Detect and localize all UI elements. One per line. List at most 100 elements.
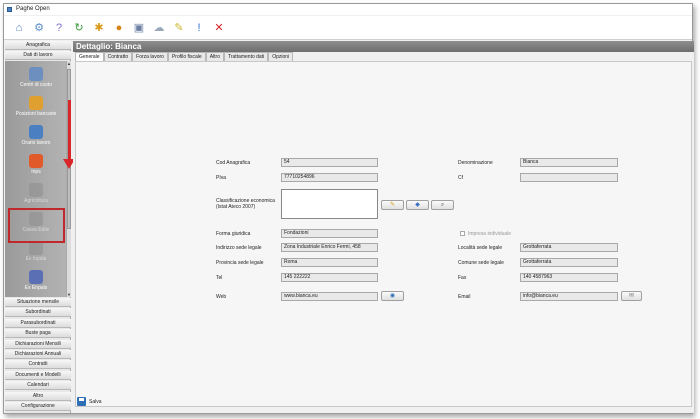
indirizzo-field[interactable]: Zona Industriale Enrico Fermi, 458	[281, 243, 378, 252]
scroll-down-arrow[interactable]: ▼	[67, 292, 71, 297]
sidebar-item-lifebuoy[interactable]: Inps	[7, 152, 65, 180]
piva-field[interactable]: 77710254896	[281, 173, 378, 182]
sidebar-header-parasubordinati[interactable]: Parasubordinati	[5, 318, 71, 328]
sidebar-header-dichiarazioni-annuali[interactable]: Dichiarazioni Annuali	[5, 350, 71, 359]
lifebuoy-icon	[29, 154, 43, 168]
settings-icon: ⚙	[34, 21, 44, 34]
cost-centers-icon	[29, 67, 43, 81]
denominazione-label: Denominazione	[458, 160, 493, 166]
sidebar-header-calendari[interactable]: Calendari	[5, 381, 71, 391]
classificazione-edit-button[interactable]: ✎	[381, 200, 404, 210]
info-button[interactable]: !	[190, 19, 208, 37]
piva-label: PIva	[216, 175, 227, 181]
forma-giuridica-field[interactable]: Fondazioni	[281, 229, 378, 238]
web-open-button[interactable]: ◉	[381, 291, 404, 301]
search-icon: ⌕	[440, 202, 445, 208]
cod-anagrafica-field[interactable]: 54	[281, 158, 378, 167]
web-label: Web	[216, 294, 227, 300]
sidebar-item-label: Posizioni bancarie	[15, 111, 57, 117]
provincia-field[interactable]: Roma	[281, 258, 378, 267]
sidebar-header-dichiarazioni-mensili[interactable]: Dichiarazioni Mensili	[5, 339, 71, 349]
tab-profilo-fiscale[interactable]: Profilo fiscale	[167, 52, 206, 61]
denominazione-field[interactable]: Bianca	[520, 158, 618, 167]
sidebar-item-theater-masks[interactable]: Ex Enpals	[7, 268, 65, 296]
sidebar-header-subordinati[interactable]: Subordinati	[5, 308, 71, 318]
sidebar-item-bank[interactable]: Posizioni bancarie	[7, 94, 65, 122]
save-button[interactable]: Salva	[77, 395, 107, 409]
app-window: Paghe Open ⌂ ⚙? ↻ ✱ ● ▣ ☁ ✎! ✕ Anagrafica Dati d…	[3, 3, 694, 414]
general-tab-content: Cod Anagrafica 54 PIva 77710254896 Class…	[75, 61, 692, 407]
home-button[interactable]: ⌂	[10, 19, 28, 37]
refresh-button[interactable]: ↻	[70, 19, 88, 37]
main-panel: Dettaglio: Bianca Generale Contratto Forza…	[73, 41, 694, 413]
email-label: Email	[458, 294, 471, 300]
title-bar: Paghe Open	[4, 4, 692, 15]
bug-button[interactable]: ✱	[90, 19, 108, 37]
tab-altro[interactable]: Altro	[205, 52, 224, 61]
close-button[interactable]: ✕	[210, 19, 228, 37]
tel-field[interactable]: 145 222222	[281, 273, 378, 282]
provincia-label: Provincia sede legale	[216, 260, 264, 266]
sidebar-scroll-area: Centri di costo Posizioni bancarie Orario …	[5, 61, 71, 297]
sidebar-item-clock[interactable]: Orario lavoro	[7, 123, 65, 151]
sidebar-header-buste-paga[interactable]: Buste paga	[5, 329, 71, 339]
pencil-icon: ✎	[389, 202, 396, 208]
network-icon: ▣	[133, 21, 145, 34]
web-field[interactable]: www.bianca.eu	[281, 292, 378, 301]
sidebar-header-configurazione[interactable]: Configurazione	[5, 402, 71, 411]
classificazione-search-button[interactable]: ⌕	[431, 200, 454, 210]
sidebar-header-documenti-e-modelli[interactable]: Documenti e Modelli	[5, 370, 71, 380]
ex-enpals-highlight-box	[8, 208, 65, 243]
notes-button[interactable]: ✎	[170, 19, 188, 37]
localita-field[interactable]: Grottaferrata	[520, 243, 618, 252]
cloud-icon: ☁	[153, 21, 165, 34]
fax-field[interactable]: 140 4587963	[520, 273, 618, 282]
settings-button[interactable]: ⚙	[30, 19, 48, 37]
user-button[interactable]: ●	[110, 19, 128, 37]
sidebar-header-anagrafica[interactable]: Anagrafica	[5, 41, 71, 50]
sidebar-item-cost-centers[interactable]: Centri di costo	[7, 65, 65, 93]
sidebar-header-contratti[interactable]: Contratti	[5, 360, 71, 370]
sidebar-scrollbar[interactable]: ▲ ▼	[66, 61, 71, 297]
globe-icon: ◉	[389, 293, 396, 299]
sidebar-header-situazione-mensile[interactable]: Situazione mensile	[5, 298, 71, 307]
sidebar-item-label: Ex Enpals	[24, 285, 48, 291]
close-icon: ✕	[214, 21, 224, 34]
tab-forza-lavoro[interactable]: Forza lavoro	[132, 52, 168, 61]
refresh-icon: ↻	[74, 21, 84, 34]
sidebar-item-label: Ex Inpdai	[25, 256, 47, 262]
classificazione-field[interactable]	[281, 189, 378, 219]
email-send-button[interactable]: ✉	[621, 291, 642, 301]
main-toolbar: ⌂ ⚙? ↻ ✱ ● ▣ ☁ ✎! ✕	[4, 16, 692, 40]
comune-field[interactable]: Grottaferrata	[520, 258, 618, 267]
sidebar-header-dati-di-lavoro[interactable]: Dati di lavoro	[5, 51, 71, 60]
sidebar-item-inpdai[interactable]: Ex Inpdai	[7, 239, 65, 267]
home-icon: ⌂	[15, 21, 23, 34]
sidebar-header-altro[interactable]: Altro	[5, 391, 71, 401]
tel-label: Tel	[216, 275, 223, 281]
impresa-individuale-checkbox[interactable]	[460, 231, 465, 236]
impresa-individuale-label: Impresa individuale	[468, 231, 512, 237]
cf-field[interactable]	[520, 173, 618, 182]
bug-icon: ✱	[94, 21, 104, 34]
cod-anagrafica-label: Cod Anagrafica	[216, 160, 251, 166]
floppy-disk-icon	[77, 397, 86, 406]
tab-contratto[interactable]: Contratto	[103, 52, 133, 61]
email-field[interactable]: info@bianca.eu	[520, 292, 618, 301]
sidebar-item-agriculture[interactable]: Agricoltura	[7, 181, 65, 209]
info-icon: !	[197, 21, 201, 34]
eraser-icon: ◆	[415, 202, 420, 208]
help-button[interactable]: ?	[50, 19, 68, 37]
classificazione-label: Classificazione economica (Istat Ateco 2…	[216, 198, 275, 210]
tab-trattamento-dati[interactable]: Trattamento dati	[223, 52, 269, 61]
tab-generale[interactable]: Generale	[75, 52, 104, 61]
network-button[interactable]: ▣	[130, 19, 148, 37]
agriculture-icon	[29, 183, 43, 197]
sidebar-item-label: Centri di costo	[20, 82, 52, 88]
classificazione-clear-button[interactable]: ◆	[406, 200, 429, 210]
tab-opzioni[interactable]: Opzioni	[268, 52, 294, 61]
scroll-up-arrow[interactable]: ▲	[67, 61, 71, 66]
cloud-button[interactable]: ☁	[150, 19, 168, 37]
envelope-icon: ✉	[628, 293, 635, 299]
detail-tabs: Generale Contratto Forza lavoro Profilo fis…	[75, 52, 294, 61]
